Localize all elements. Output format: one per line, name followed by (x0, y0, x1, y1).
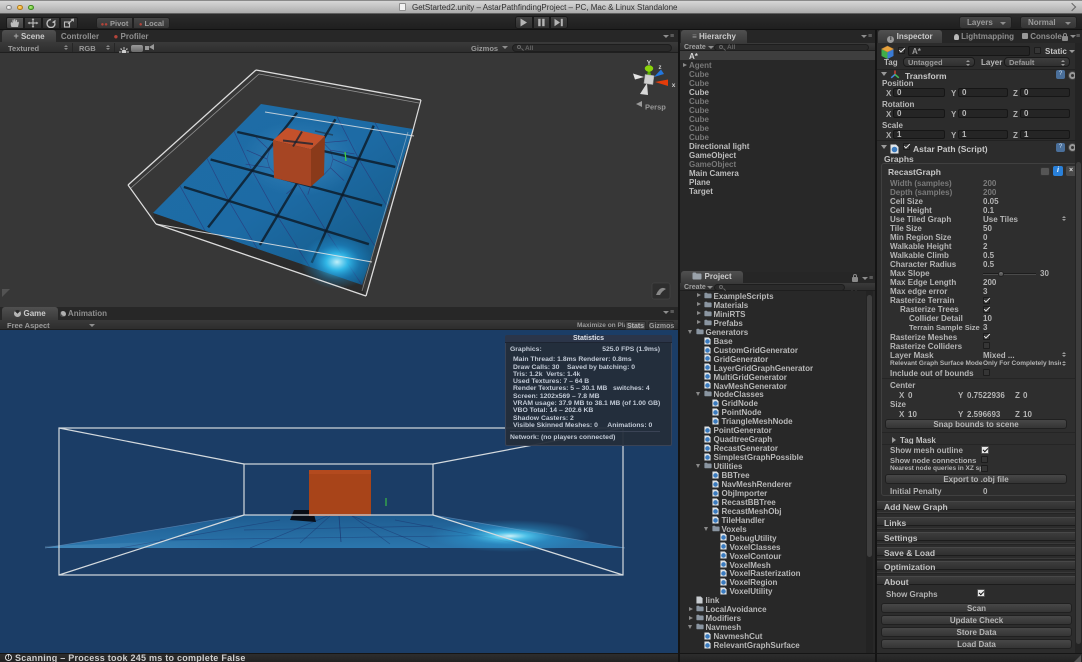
svg-text:x: x (672, 82, 676, 89)
svg-text:Persp: Persp (645, 103, 666, 112)
